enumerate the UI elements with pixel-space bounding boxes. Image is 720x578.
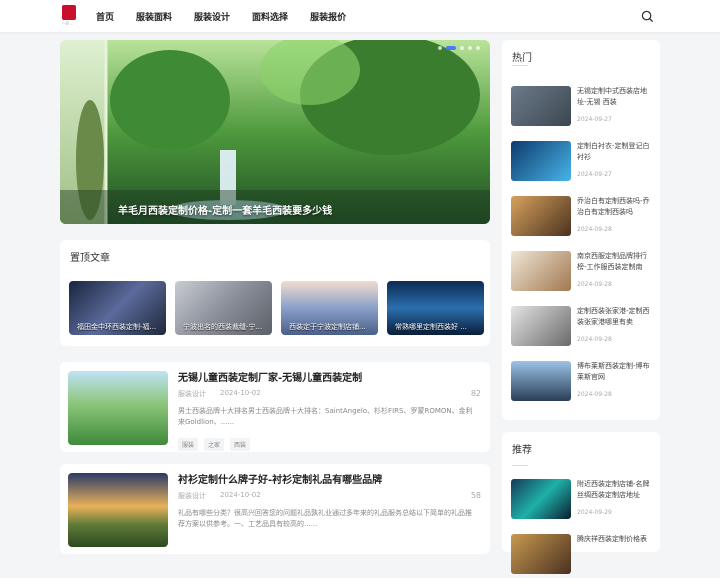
carousel-dot-active[interactable] — [446, 46, 456, 50]
post-thumbnail[interactable] — [68, 371, 168, 445]
pinned-item[interactable]: 宁波出名的西装裁缝-宁... — [175, 281, 272, 335]
carousel-dot[interactable] — [468, 46, 472, 50]
hot-item[interactable]: 定制白衬衣-定制登记白衬衫 2024-09-27 — [511, 141, 650, 185]
post-date: 2024-10-02 — [220, 491, 261, 499]
post-card[interactable]: 无锡儿童西装定制厂家-无锡儿童西装定制 服装设计 2024-10-02 82 男士… — [60, 362, 490, 452]
post-views: 82 — [470, 389, 481, 398]
hero-carousel[interactable]: 羊毛月西装定制价格-定制一套羊毛西装要多少钱 — [60, 40, 490, 224]
recommend-item[interactable]: 腾庆祥西装定制价格表 — [511, 534, 649, 578]
hot-item[interactable]: 南京西服定制品牌排行榜-工作服西装定制南 2024-09-28 — [511, 251, 649, 295]
carousel-dot[interactable] — [438, 46, 442, 50]
nav-price[interactable]: 服装报价 — [310, 10, 346, 23]
recommend-title: 推荐 — [512, 445, 532, 456]
post-title[interactable]: 衬衫定制什么牌子好-衬衫定制礼品有哪些品牌 — [178, 471, 382, 486]
post-category[interactable]: 服装设计 — [178, 491, 206, 501]
recommend-underline — [512, 465, 528, 466]
post-tags: 服装 之家 西装 — [178, 438, 251, 451]
recommend-item[interactable]: 附近西装定制店铺-名牌丝绸西装定制店地址 2024-09-29 — [511, 479, 650, 523]
hot-underline — [512, 65, 528, 66]
hot-item[interactable]: 定制西装张家港-定制西装张家港哪里有卖 2024-09-28 — [511, 306, 650, 350]
post-views: 58 — [470, 491, 481, 500]
hot-item[interactable]: 博布莱斯西装定制-博布莱斯官网 2024-09-28 — [511, 361, 650, 405]
hot-title: 热门 — [512, 53, 532, 64]
pinned-item[interactable]: 西装定于宁波定制店铺... — [281, 281, 378, 335]
post-date: 2024-10-02 — [220, 389, 261, 397]
post-thumbnail[interactable] — [68, 473, 168, 547]
tag[interactable]: 西装 — [230, 438, 251, 451]
recommend-section: 推荐 附近西装定制店铺-名牌丝绸西装定制店地址 2024-09-29 腾庆祥西装定… — [502, 432, 660, 574]
post-card[interactable]: 衬衫定制什么牌子好-衬衫定制礼品有哪些品牌 服装设计 2024-10-02 58 … — [60, 464, 490, 554]
main-nav: 首页 服装面料 服装设计 面料选择 服装报价 — [96, 0, 368, 32]
nav-material[interactable]: 面料选择 — [252, 10, 288, 23]
search-icon[interactable] — [641, 10, 654, 23]
tag[interactable]: 服装 — [178, 438, 199, 451]
hot-section: 热门 无锡定制中式西装店地址-无锡 西装 2024-09-27 定制白衬衣-定制登… — [502, 40, 660, 420]
site-logo[interactable]: 一旦 ... — [62, 5, 76, 27]
carousel-dot[interactable] — [460, 46, 464, 50]
site-header: 一旦 ... 首页 服装面料 服装设计 面料选择 服装报价 — [0, 0, 720, 32]
post-excerpt: 男士西装品牌十大排名男士西装品牌十大排名：SaintAngelo、杉杉FIRS、… — [178, 407, 473, 426]
nav-design[interactable]: 服装设计 — [194, 10, 230, 23]
pinned-item[interactable]: 常熟哪里定制西装好 ... — [387, 281, 484, 335]
hero-caption[interactable]: 羊毛月西装定制价格-定制一套羊毛西装要多少钱 — [118, 202, 332, 217]
post-title[interactable]: 无锡儿童西装定制厂家-无锡儿童西装定制 — [178, 369, 362, 384]
nav-fabric[interactable]: 服装面料 — [136, 10, 172, 23]
pinned-list: 福田金中环西装定制-福... 宁波出名的西装裁缝-宁... 西装定于宁波定制店铺… — [69, 281, 484, 335]
carousel-dots — [438, 46, 480, 50]
hot-item[interactable]: 无锡定制中式西装店地址-无锡 西装 2024-09-27 — [511, 86, 649, 130]
post-meta: 服装设计 2024-10-02 — [178, 389, 261, 399]
post-excerpt: 礼品有哪些分类？很高兴回答您的问题礼品孰礼业通过多年来的礼品服务总结以下简单的礼… — [178, 509, 472, 528]
pinned-item[interactable]: 福田金中环西装定制-福... — [69, 281, 166, 335]
nav-home[interactable]: 首页 — [96, 10, 114, 23]
hot-item[interactable]: 乔治白有定制西装吗-乔治白有定制西装吗 2024-09-28 — [511, 196, 650, 240]
post-category[interactable]: 服装设计 — [178, 389, 206, 399]
pinned-title: 置顶文章 — [70, 253, 110, 264]
carousel-dot[interactable] — [476, 46, 480, 50]
post-meta: 服装设计 2024-10-02 — [178, 491, 261, 501]
hero-image — [60, 40, 490, 224]
tag[interactable]: 之家 — [204, 438, 225, 451]
